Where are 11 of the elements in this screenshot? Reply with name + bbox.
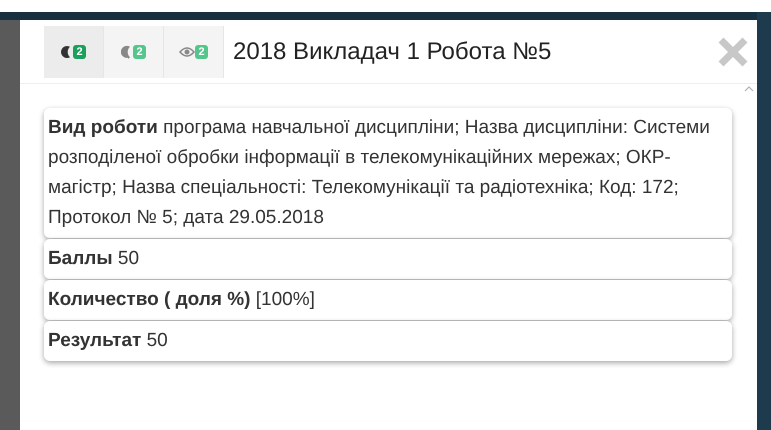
field-text: Баллы 50 [48,247,140,271]
dialog-title: 2018 Викладач 1 Робота №5 [233,36,552,66]
scroll-up-icon[interactable] [744,86,754,92]
toolbar-button[interactable]: 2 [44,26,104,78]
count-badge: 2 [133,44,146,58]
count-badge: 2 [195,44,208,58]
field-text: Результат 50 [48,329,169,353]
eye-icon [179,46,196,58]
count-badge: 2 [73,44,86,58]
field-text: Количество ( доля %) [100%] [48,288,316,312]
field-text: Вид роботи програма навчальної дисципліни; Назва дисципліни: Системи розподіленої обробки інформації в телекомунікаційних мережах; ОКР-магістр; Назва спеціальності: Телекомунікації та радіотехніка; Код: 172; Протокол № 5; дата 29.05.2018 [48,116,711,230]
